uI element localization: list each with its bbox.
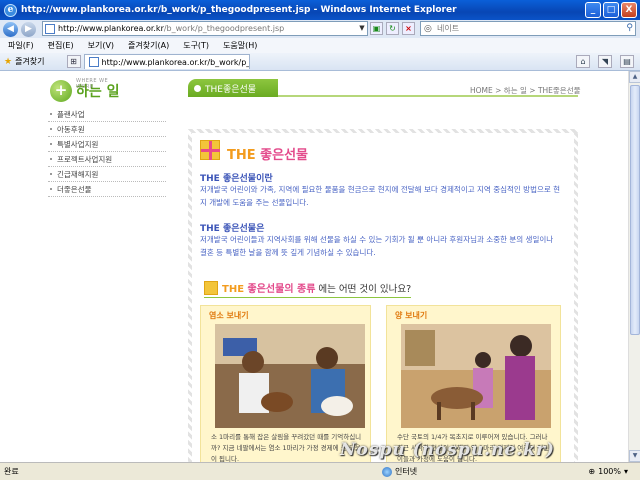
back-button[interactable]: ◀ xyxy=(3,21,18,37)
search-placeholder: 네이트 xyxy=(437,24,460,33)
gift-small-icon xyxy=(204,280,218,295)
ie-logo-icon: e xyxy=(4,3,17,17)
search-input[interactable]: ◎ 네이트 ⚲ xyxy=(420,21,636,36)
question-heading: THE 좋은선물의 종류 에는 어떤 것이 있나요? xyxy=(204,280,412,298)
chevron-down-icon: ▾ xyxy=(623,467,628,476)
magnifier-icon: ⊕ xyxy=(588,467,596,476)
minimize-button[interactable]: _ xyxy=(585,2,601,18)
refresh-icon[interactable]: ↻ xyxy=(386,22,399,35)
security-zone[interactable]: 인터넷 xyxy=(382,466,482,477)
scroll-up-icon[interactable]: ▲ xyxy=(629,71,640,83)
sidebar-item-emergency[interactable]: 긴급재해지원 xyxy=(48,167,166,182)
feeds-icon[interactable]: ◥ xyxy=(598,55,612,68)
sidebar-item-child-sponsor[interactable]: 아동후원 xyxy=(48,122,166,137)
watermark-text: Nospu (nospu.ne.kr) xyxy=(340,440,555,460)
card-label: 양 보내기 xyxy=(395,311,428,320)
page-title: THE 좋은선물 xyxy=(227,148,309,163)
menu-favorites[interactable]: 즐겨찾기(A) xyxy=(128,40,169,51)
sidebar-item-good-gift[interactable]: 더좋은선물 xyxy=(48,182,166,197)
sidebar-item-project[interactable]: 프로젝트사업지원 xyxy=(48,152,166,167)
sidebar-item-plan[interactable]: 플랜사업 xyxy=(48,107,166,122)
compatibility-icon[interactable]: ▣ xyxy=(370,22,383,35)
close-button[interactable]: X xyxy=(621,2,637,18)
menu-file[interactable]: 파일(F) xyxy=(8,40,34,51)
tab-page-icon xyxy=(88,57,99,67)
url-path: /b_work/p_thegoodpresent.jsp xyxy=(163,24,285,33)
globe-icon xyxy=(382,466,392,477)
window-titlebar: e http://www.plankorea.or.kr/b_work/p_th… xyxy=(0,0,640,20)
menu-view[interactable]: 보기(V) xyxy=(88,40,114,51)
breadcrumb: HOME > 하는 일 > THE좋은선물 xyxy=(470,86,581,95)
menu-edit[interactable]: 편집(E) xyxy=(48,40,74,51)
gift-icon xyxy=(200,140,220,160)
address-toolbar: ◀ ▶ http://www.plankorea.or.kr/b_work/p_… xyxy=(0,20,640,38)
sidebar-nav: 플랜사업 아동후원 특별사업지원 프로젝트사업지원 긴급재해지원 더좋은선물 xyxy=(48,107,166,197)
stop-icon[interactable]: × xyxy=(402,22,415,35)
zoom-control[interactable]: ⊕ 100% ▾ xyxy=(588,467,628,476)
goat-photo xyxy=(215,324,365,428)
logo-small-text: WHERE WE WORK xyxy=(76,78,109,90)
favorites-bar: ★ 즐겨찾기 ⊞ http://www.plankorea.or.kr/b_wo… xyxy=(0,53,640,71)
home-icon[interactable]: ⌂ xyxy=(576,55,590,68)
sidebar-item-special[interactable]: 특별사업지원 xyxy=(48,137,166,152)
menu-help[interactable]: 도움말(H) xyxy=(223,40,257,51)
paragraph-definition: 저개발국 어린이와 가족, 지역에 필요한 물품을 현금으로 현지에 전달해 보… xyxy=(200,185,561,207)
maximize-button[interactable]: □ xyxy=(603,2,619,18)
url-domain: http://www.plankorea.or.kr xyxy=(58,24,164,33)
address-field[interactable]: http://www.plankorea.or.kr/b_work/p_theg… xyxy=(42,21,368,36)
section-tab: THE좋은선물 xyxy=(188,79,278,97)
status-text: 완료 xyxy=(4,467,19,476)
paragraph-purpose: 저개발국 어린이들과 지역사회를 위해 선물을 하실 수 있는 기회가 될 뿐 … xyxy=(200,235,554,257)
sheep-photo xyxy=(401,324,551,428)
forward-button[interactable]: ▶ xyxy=(21,21,36,37)
scroll-down-icon[interactable]: ▼ xyxy=(629,450,640,462)
section-logo: + WHERE WE WORK 하는 일 xyxy=(50,78,120,102)
gift-card-sheep[interactable]: 양 보내기 수단 국토의 1/4가 목초지로 이루어져 있습니다. 그러나 최근… xyxy=(386,305,561,462)
bullet-icon xyxy=(194,84,201,92)
search-icon[interactable]: ⚲ xyxy=(626,23,633,33)
quick-tabs-icon[interactable]: ⊞ xyxy=(66,55,81,68)
vertical-scrollbar[interactable]: ▲ ▼ xyxy=(628,71,640,462)
plus-icon: + xyxy=(50,80,72,102)
window-title: http://www.plankorea.or.kr/b_work/p_theg… xyxy=(21,5,457,15)
page-icon xyxy=(45,23,55,34)
menu-bar: 파일(F) 편집(E) 보기(V) 즐겨찾기(A) 도구(T) 도움말(H) xyxy=(0,38,640,53)
address-dropdown-icon[interactable]: ▼ xyxy=(357,22,367,35)
favorites-label: 즐겨찾기 xyxy=(15,57,45,66)
favorites-button[interactable]: ★ 즐겨찾기 xyxy=(0,56,45,67)
search-provider-icon: ◎ xyxy=(424,24,432,34)
print-icon[interactable]: ▤ xyxy=(620,55,634,68)
card-label: 염소 보내기 xyxy=(209,311,249,320)
page-content: + WHERE WE WORK 하는 일 플랜사업 아동후원 특별사업지원 프로… xyxy=(0,71,628,462)
status-bar: 완료 인터넷 ⊕ 100% ▾ xyxy=(0,462,640,480)
menu-tools[interactable]: 도구(T) xyxy=(183,40,209,51)
star-icon: ★ xyxy=(4,56,13,67)
scroll-thumb[interactable] xyxy=(630,85,640,335)
browser-tab[interactable]: http://www.plankorea.or.kr/b_work/p_theg… xyxy=(83,54,250,69)
tab-title: http://www.plankorea.or.kr/b_work/p_theg… xyxy=(101,57,250,67)
gift-card-goat[interactable]: 염소 보내기 소 1마리를 통해 잡은 살림을 꾸려갔던 때를 기억하십니까? … xyxy=(200,305,371,462)
